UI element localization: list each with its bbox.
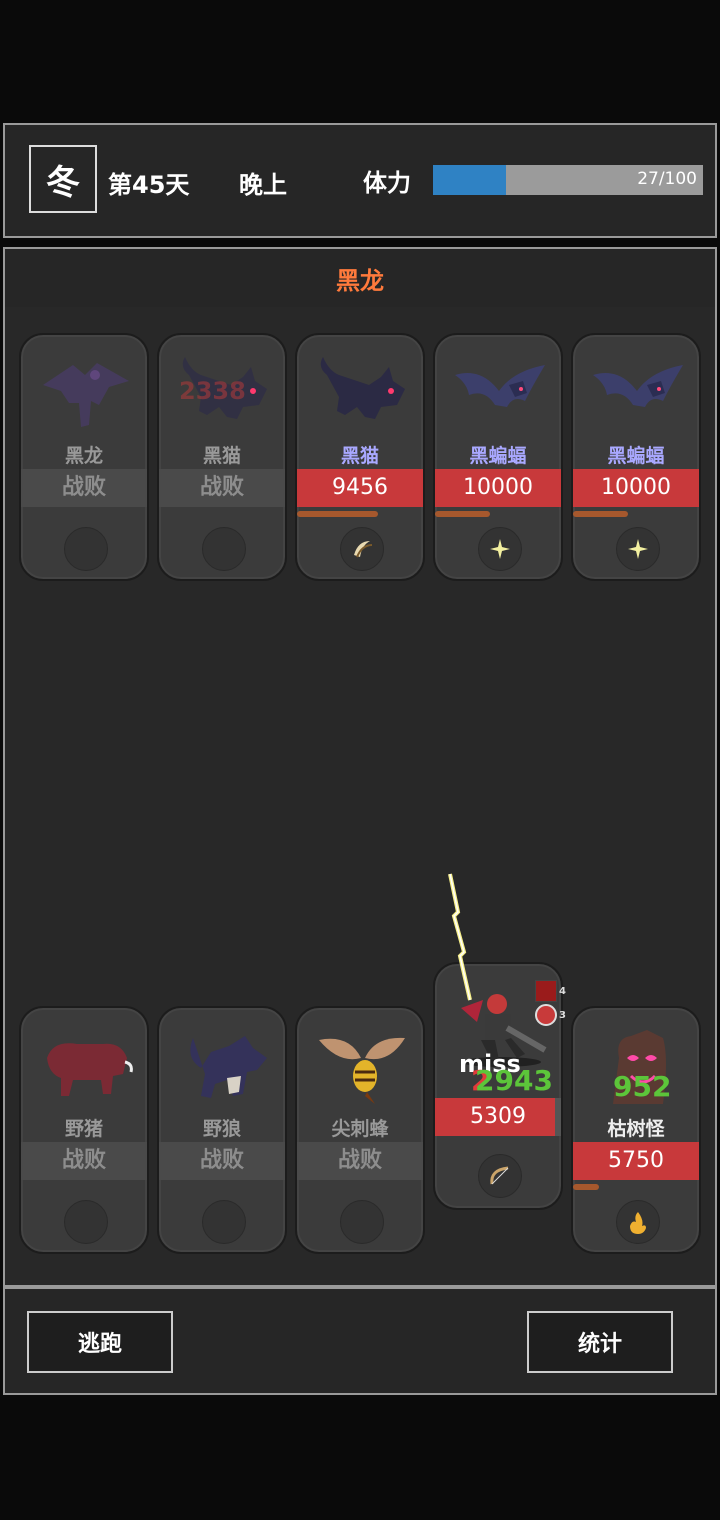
enemy-card-5[interactable]: 黑蝙蝠 10000 bbox=[571, 333, 701, 581]
enemy-hp-bar: 9456 bbox=[297, 469, 423, 507]
wild-wolf-sprite bbox=[190, 1036, 267, 1098]
ally-card-2[interactable]: 野狼 战败 bbox=[157, 1006, 287, 1254]
defeated-label: 战败 bbox=[159, 1142, 285, 1180]
bleed-icon bbox=[535, 1004, 557, 1026]
enemy-name: 黑龙 bbox=[64, 445, 103, 467]
hero-hp-value: 5309 bbox=[470, 1104, 526, 1129]
empty-skill-slot bbox=[340, 1200, 384, 1244]
damage-number: 2338 bbox=[179, 377, 246, 405]
defeated-label: 战败 bbox=[159, 469, 285, 507]
skill-cooldown-bar bbox=[435, 511, 490, 517]
wild-boar-sprite bbox=[47, 1043, 133, 1096]
spike-bee-sprite bbox=[319, 1037, 405, 1104]
ally-card-1[interactable]: 野猪 战败 bbox=[19, 1006, 149, 1254]
stamina-value: 27/100 bbox=[637, 169, 697, 189]
ally-card-5[interactable]: 952 枯树怪 5750 bbox=[571, 1006, 701, 1254]
rage-icon bbox=[535, 980, 557, 1002]
battle-title: 黑龙 bbox=[336, 266, 384, 295]
skill-slot[interactable] bbox=[616, 527, 660, 571]
skill-slot[interactable] bbox=[478, 527, 522, 571]
ally-name: 野狼 bbox=[202, 1118, 241, 1140]
footer-bar: 逃跑 统计 bbox=[3, 1287, 717, 1395]
ally-hp-bar: 5750 bbox=[573, 1142, 699, 1180]
empty-skill-slot bbox=[64, 527, 108, 571]
skill-slot[interactable] bbox=[616, 1200, 660, 1244]
buff-count: 4 bbox=[559, 986, 566, 997]
sparkle-icon bbox=[628, 539, 648, 559]
stamina-label: 体力 bbox=[363, 169, 411, 197]
bow-icon bbox=[490, 1166, 509, 1185]
stats-button[interactable]: 统计 bbox=[527, 1311, 673, 1373]
flee-button[interactable]: 逃跑 bbox=[27, 1311, 173, 1373]
skill-cooldown-bar bbox=[573, 1184, 599, 1190]
empty-skill-slot bbox=[202, 1200, 246, 1244]
stamina-bar: 27/100 bbox=[433, 165, 703, 195]
enemy-card-1[interactable]: 黑龙 战败 bbox=[19, 333, 149, 581]
empty-skill-slot bbox=[64, 1200, 108, 1244]
stamina-bar-fill bbox=[433, 165, 506, 195]
heal-number: 2943 bbox=[475, 1064, 553, 1097]
skill-cooldown-bar bbox=[573, 511, 628, 517]
lightning-effect bbox=[448, 873, 472, 1001]
ally-card-3[interactable]: 尖刺蜂 战败 bbox=[295, 1006, 425, 1254]
black-dragon-sprite bbox=[43, 363, 129, 427]
enemy-hp-bar: 10000 bbox=[573, 469, 699, 507]
battle-title-bar: 黑龙 bbox=[3, 247, 717, 309]
black-bat-sprite bbox=[455, 365, 545, 407]
enemy-card-3[interactable]: 黑猫 9456 bbox=[295, 333, 425, 581]
status-header: 冬 第45天 晚上 体力 27/100 bbox=[3, 123, 717, 238]
claw-icon bbox=[354, 541, 373, 558]
enemy-card-2[interactable]: 2338 黑猫 战败 bbox=[157, 333, 287, 581]
enemy-card-4[interactable]: 黑蝙蝠 10000 bbox=[433, 333, 563, 581]
ally-name: 尖刺蜂 bbox=[331, 1118, 389, 1140]
ally-name: 野猪 bbox=[64, 1118, 103, 1140]
skill-slot[interactable] bbox=[478, 1154, 522, 1198]
ally-name: 枯树怪 bbox=[607, 1118, 665, 1140]
empty-skill-slot bbox=[202, 527, 246, 571]
skill-cooldown-bar bbox=[297, 511, 378, 517]
defeated-label: 战败 bbox=[21, 1142, 147, 1180]
enemy-hp-bar: 10000 bbox=[435, 469, 561, 507]
skill-slot[interactable] bbox=[340, 527, 384, 571]
heal-number: 952 bbox=[613, 1070, 672, 1103]
black-cat-sprite bbox=[320, 357, 405, 419]
fire-icon bbox=[630, 1212, 646, 1234]
season-badge: 冬 bbox=[29, 145, 97, 213]
enemy-name: 黑猫 bbox=[202, 445, 241, 467]
enemy-name: 黑蝙蝠 bbox=[469, 445, 527, 467]
black-bat-sprite bbox=[593, 365, 683, 407]
enemy-name: 黑蝙蝠 bbox=[607, 445, 665, 467]
enemy-name: 黑猫 bbox=[340, 445, 379, 467]
defeated-label: 战败 bbox=[21, 469, 147, 507]
sparkle-icon bbox=[490, 539, 510, 559]
buff-count: 3 bbox=[559, 1010, 566, 1021]
defeated-label: 战败 bbox=[297, 1142, 423, 1180]
time-of-day: 晚上 bbox=[239, 171, 287, 199]
day-counter: 第45天 bbox=[108, 171, 190, 199]
